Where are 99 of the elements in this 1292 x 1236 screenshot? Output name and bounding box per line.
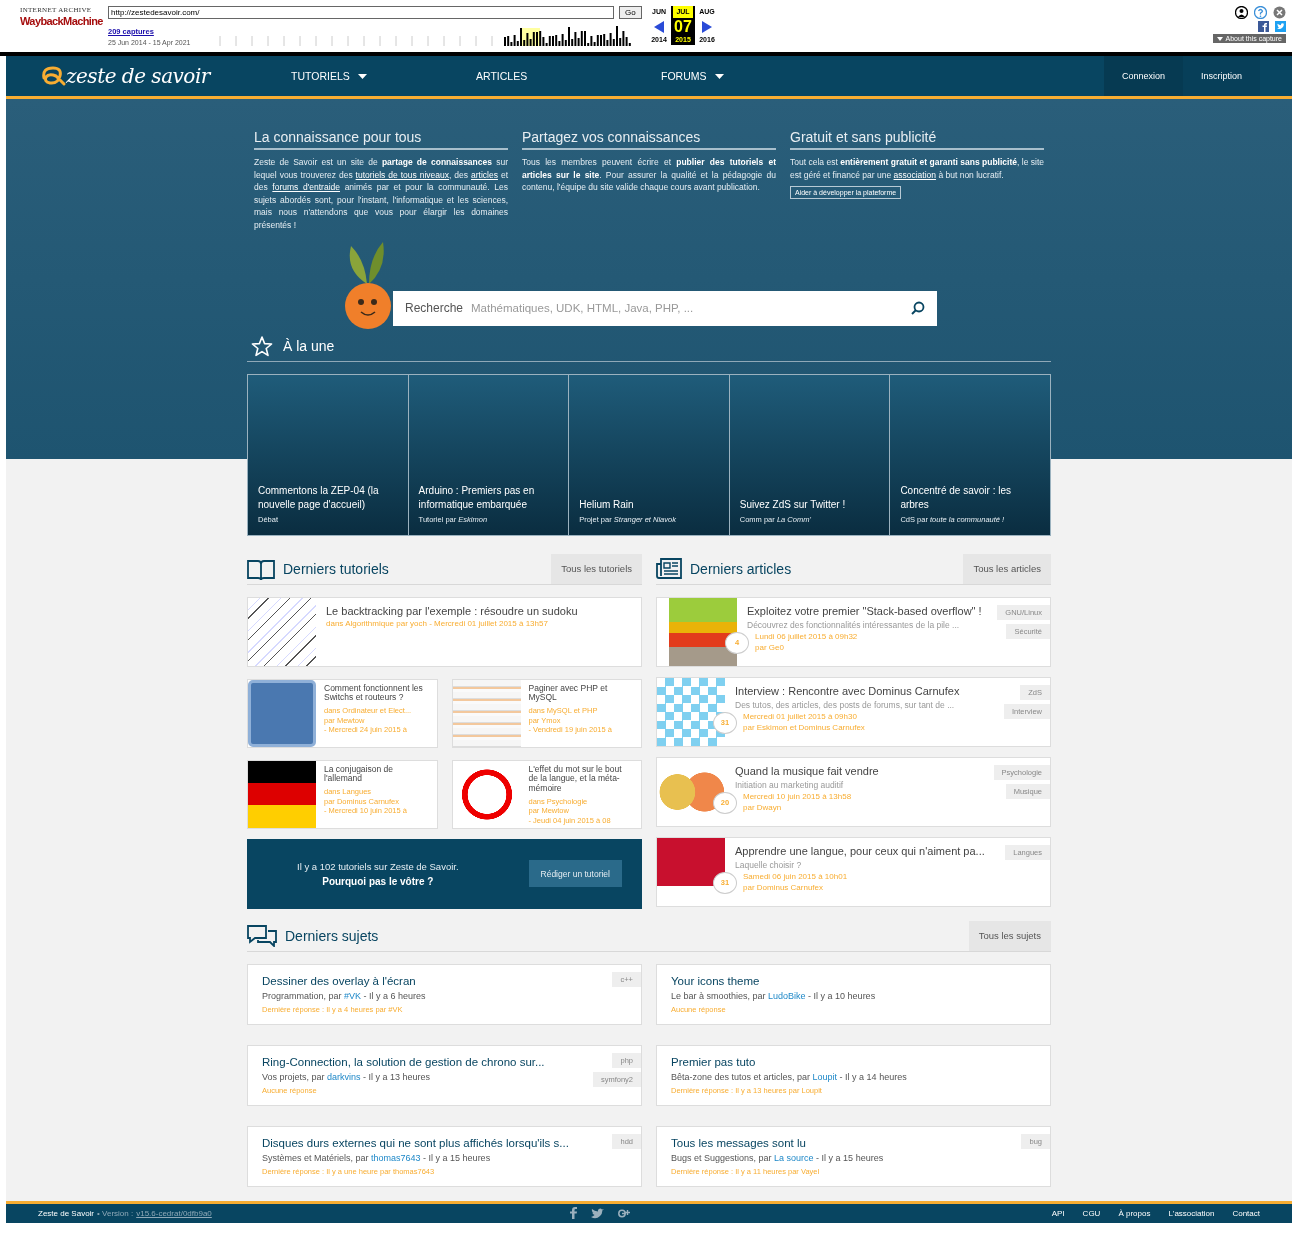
- topic-title[interactable]: Tous les messages sont lu: [671, 1136, 1022, 1149]
- user-icon[interactable]: [1235, 6, 1248, 19]
- footer-link[interactable]: L'association: [1168, 1208, 1215, 1218]
- hero-heading: Gratuit et sans publicité: [790, 129, 1044, 150]
- topic-title[interactable]: Your icons theme: [671, 974, 1050, 987]
- topic-title[interactable]: Dessiner des overlay à l'écran: [262, 974, 613, 987]
- topic-title[interactable]: Ring-Connection, la solution de gestion de chrono sur...: [262, 1055, 593, 1068]
- star-icon: [251, 335, 273, 357]
- article-date: Mercredi 10 juin 2015 à 13h58: [743, 792, 852, 803]
- text-link[interactable]: association: [893, 169, 937, 180]
- google-plus-icon[interactable]: [617, 1207, 630, 1219]
- chat-bubbles-icon: [247, 924, 277, 947]
- newspaper-icon: [656, 557, 682, 580]
- section-heading: Derniers articles: [690, 560, 792, 577]
- topic-info: Vos projets, par darkvins - Il y a 13 heures: [262, 1071, 432, 1082]
- go-button[interactable]: Go: [619, 6, 642, 19]
- topic-info: Bugs et Suggestions, par La source - Il y a 15 heures: [671, 1152, 885, 1163]
- promo-question: Pourquoi pas le vôtre ?: [322, 875, 434, 887]
- all-tutorials-button[interactable]: Tous les tutoriels: [551, 553, 642, 584]
- next-arrow-icon[interactable]: [702, 20, 712, 33]
- author-link[interactable]: thomas7643: [371, 1152, 421, 1163]
- section-heading: Derniers sujets: [285, 927, 379, 944]
- section-heading: Derniers tutoriels: [283, 560, 389, 577]
- article-author: par Dwayn: [743, 802, 783, 814]
- article-author: par Eskimon et Dominus Carnufex: [743, 722, 865, 734]
- article-author: par Dominus Carnufex: [743, 882, 825, 894]
- version-link[interactable]: v15.6-cedrat/0dfb9a0: [136, 1208, 212, 1218]
- tutorial-card[interactable]: Le backtracking par l'exemple : résoudre un sudoku dans Algorithmique par yoch - Mercredi 01 juillet 2015 à 13h57: [247, 596, 642, 667]
- help-icon[interactable]: [1254, 6, 1267, 19]
- facebook-icon[interactable]: [1258, 21, 1269, 32]
- search-bar[interactable]: Recherche Mathématiques, UDK, HTML, Java, PHP, ...: [393, 290, 937, 326]
- nav-link[interactable]: FORUMS: [661, 70, 846, 82]
- article-description: Laquelle choisir ?: [735, 859, 803, 870]
- twitter-icon[interactable]: [1275, 21, 1286, 32]
- tutorial-thumbnail: [452, 679, 521, 747]
- auth-link[interactable]: Inscription: [1182, 56, 1260, 96]
- author-link[interactable]: darkvins: [327, 1071, 361, 1082]
- article-title[interactable]: Quand la musique fait vendre: [735, 764, 994, 777]
- article-date: Samedi 06 juin 2015 à 10h01: [743, 872, 848, 883]
- search-label: Recherche: [405, 301, 464, 316]
- topic-info: Systèmes et Matériels, par thomas7643 - Il y a 15 heures: [262, 1152, 492, 1163]
- section-heading: À la une: [283, 338, 335, 355]
- article-description: Découvrez des fonctionnalités intéressantes de la pile ...: [747, 619, 961, 630]
- caret-icon: [1216, 36, 1223, 41]
- tutorial-thumbnail: [248, 760, 316, 828]
- close-icon[interactable]: [1273, 6, 1286, 19]
- tutorial-thumbnail: [248, 679, 316, 747]
- book-icon: [247, 557, 275, 580]
- nav-link[interactable]: ARTICLES: [476, 70, 661, 82]
- footer-link[interactable]: À propos: [1118, 1208, 1151, 1218]
- topic-info: Programmation, par #VK - Il y a 6 heures: [262, 990, 427, 1001]
- tutorial-thumbnail: [248, 597, 316, 666]
- footer-link[interactable]: Contact: [1232, 1208, 1260, 1218]
- tutorial-title[interactable]: Paginer avec PHP et MySQL: [528, 683, 633, 704]
- topic-title[interactable]: Premier pas tuto: [671, 1055, 1050, 1068]
- previous-arrow-icon[interactable]: [654, 20, 664, 33]
- article-title[interactable]: Apprendre une langue, pour ceux qui n'aiment pa...: [735, 844, 1006, 857]
- tutorial-meta: dans Algorithmique par yoch - Mercredi 01 juillet 2015 à 13h57: [326, 618, 549, 630]
- url-field[interactable]: http://zestedesavoir.com/: [108, 6, 614, 19]
- article-title[interactable]: Interview : Rencontre avec Dominus Carnufex: [735, 684, 1004, 697]
- hero-heading: Partagez vos connaissances: [522, 129, 776, 150]
- footer-link[interactable]: CGU: [1082, 1208, 1101, 1218]
- article-date: Mercredi 01 juillet 2015 à 09h30: [743, 712, 858, 723]
- tutorial-title[interactable]: La conjugaison de l'allemand: [324, 764, 429, 785]
- tutorial-title[interactable]: Le backtracking par l'exemple : résoudre un sudoku: [326, 604, 578, 617]
- version-label: • Version :: [97, 1208, 134, 1218]
- auth-link[interactable]: Connexion: [1103, 56, 1183, 96]
- footer-brand: Zeste de Savoir: [38, 1208, 95, 1218]
- all-topics-button[interactable]: Tous les sujets: [968, 920, 1051, 951]
- author-link[interactable]: La source: [774, 1152, 814, 1163]
- all-articles-button[interactable]: Tous les articles: [963, 553, 1051, 584]
- site-logo[interactable]: zeste de savoir: [66, 64, 210, 88]
- search-icon[interactable]: [911, 301, 925, 316]
- nav-link[interactable]: TUTORIELS: [291, 70, 476, 82]
- article-date: Lundi 06 juillet 2015 à 09h32: [755, 632, 858, 643]
- hero-paragraph: Tous les membres peuvent écrire et publier des tutoriels et articles sur le site. Pour assurer la qualité et la pédagogie du contenu, l'équipe du site valide chaque cours avant publication.: [522, 156, 776, 194]
- tutorial-title[interactable]: L'effet du mot sur le bout de la langue, et la méta-mémoire: [528, 764, 633, 794]
- article-title[interactable]: Exploitez votre premier "Stack-based overflow" !: [747, 604, 998, 617]
- topic-info: Le bar à smoothies, par LudoBike - Il y a 10 heures: [671, 990, 877, 1001]
- article-description: Initiation au marketing auditif: [735, 779, 845, 790]
- topic-title[interactable]: Disques durs externes qui ne sont plus affichés lorsqu'ils s...: [262, 1136, 613, 1149]
- tutorial-count-text: Il y a 102 tutoriels sur Zeste de Savoir.: [297, 860, 459, 872]
- topic-info: Bêta-zone des tutos et articles, par Loupit - Il y a 14 heures: [671, 1071, 908, 1082]
- footer-link[interactable]: API: [1051, 1208, 1065, 1218]
- author-link[interactable]: LudoBike: [768, 990, 806, 1001]
- hero-paragraph: Zeste de Savoir est un site de partage de connaissances sur lequel vous trouverez des tutoriels de tous niveaux, des articles et des forums d'entraide animés par et pour la communauté. Les sujets abordés sont, pour l'instant, l'informatique et les sciences, mais nous n'attendons que vous pour élargir les domaines présentés !: [254, 156, 508, 232]
- write-tutorial-button[interactable]: Rédiger un tutoriel: [528, 860, 622, 888]
- tutorial-title[interactable]: Comment fonctionnent les Switchs et routeurs ?: [324, 683, 429, 704]
- author-link[interactable]: Loupit: [812, 1071, 838, 1082]
- article-author: par Ge0: [755, 642, 785, 654]
- logo-icon[interactable]: [40, 64, 66, 88]
- hero-paragraph: Tout cela est entièrement gratuit et garanti sans publicité, le site est géré et financé par une association à but non lucratif.: [790, 156, 1044, 182]
- author-link[interactable]: #VK: [344, 990, 362, 1001]
- text-link[interactable]: forums d'entraide: [272, 182, 340, 193]
- hero-heading: La connaissance pour tous: [254, 129, 508, 150]
- text-link[interactable]: articles: [471, 169, 498, 180]
- twitter-icon[interactable]: [590, 1207, 604, 1219]
- facebook-icon[interactable]: [569, 1207, 577, 1220]
- article-description: Des tutos, des articles, des posts de forums, sur tant de ...: [735, 699, 956, 710]
